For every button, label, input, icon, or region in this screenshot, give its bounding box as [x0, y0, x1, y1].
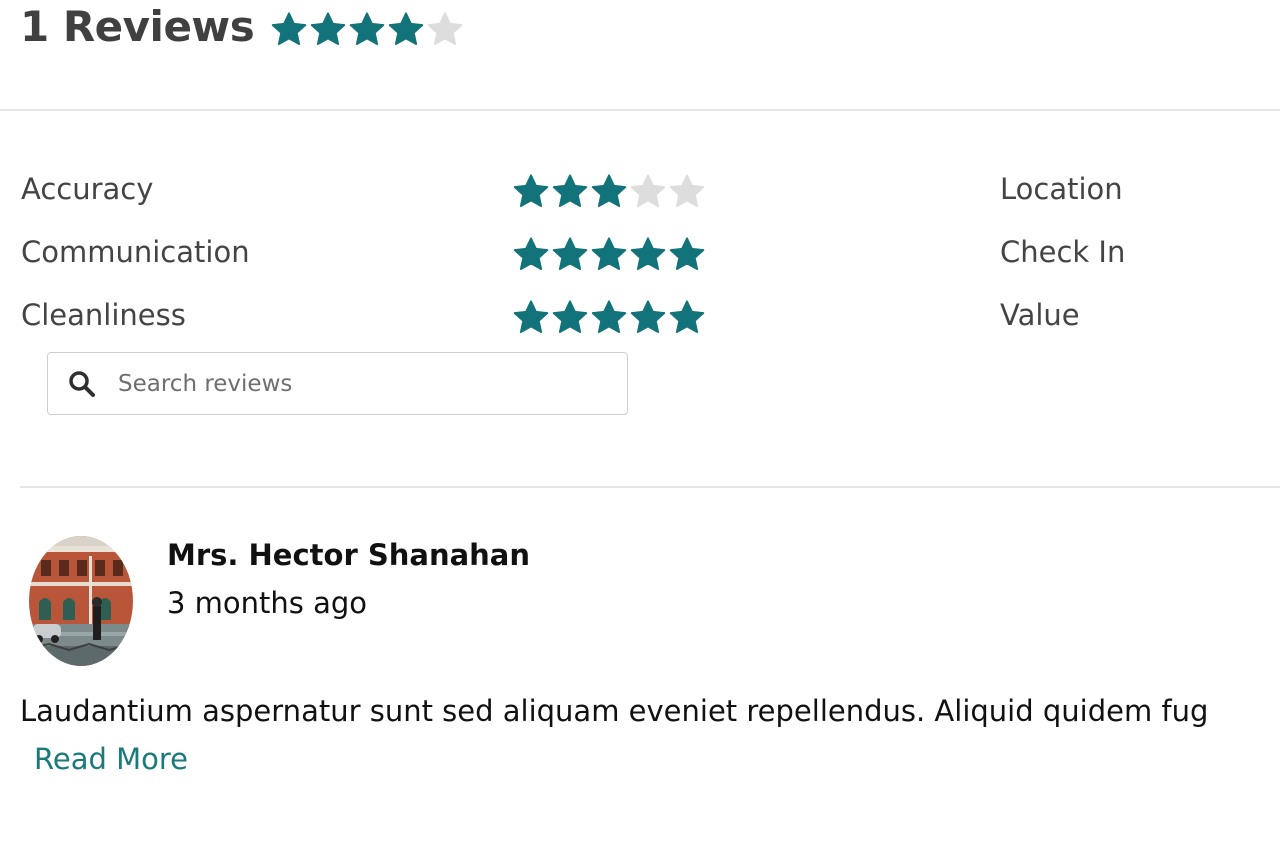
header-divider — [0, 109, 1280, 111]
avatar — [29, 536, 133, 666]
category-filled-star-icon — [551, 173, 589, 211]
search-divider — [20, 486, 1280, 488]
reviewer-name: Mrs. Hector Shanahan — [167, 538, 531, 572]
category-label-value: Value — [1000, 298, 1080, 332]
category-stars-communication — [512, 236, 706, 274]
reviews-header: 1 Reviews — [20, 0, 464, 56]
review-text: Laudantium aspernatur sunt sed aliquam e… — [20, 694, 1209, 728]
search-box[interactable] — [47, 352, 628, 415]
category-label-location: Location — [1000, 172, 1123, 206]
search-input[interactable] — [116, 369, 600, 398]
category-stars-cleanliness — [512, 299, 706, 337]
overall-filled-star-icon — [309, 11, 347, 49]
overall-filled-star-icon — [387, 11, 425, 49]
category-stars-accuracy — [512, 173, 706, 211]
category-empty-star-icon — [668, 173, 706, 211]
category-label-check-in: Check In — [1000, 235, 1126, 269]
overall-filled-star-icon — [270, 11, 308, 49]
category-filled-star-icon — [512, 173, 550, 211]
review-date: 3 months ago — [167, 586, 368, 620]
category-label-accuracy: Accuracy — [21, 172, 154, 206]
overall-empty-star-icon — [426, 11, 464, 49]
category-filled-star-icon — [629, 299, 667, 337]
category-filled-star-icon — [668, 236, 706, 274]
category-filled-star-icon — [512, 299, 550, 337]
read-more-link[interactable]: Read More — [34, 742, 188, 776]
category-filled-star-icon — [590, 173, 628, 211]
category-empty-star-icon — [629, 173, 667, 211]
search-icon — [69, 370, 95, 397]
category-label-cleanliness: Cleanliness — [21, 298, 186, 332]
category-filled-star-icon — [512, 236, 550, 274]
overall-filled-star-icon — [348, 11, 386, 49]
overall-rating-stars — [270, 11, 464, 49]
category-filled-star-icon — [551, 299, 589, 337]
category-filled-star-icon — [629, 236, 667, 274]
category-filled-star-icon — [590, 299, 628, 337]
reviews-section: 1 Reviews Accuracy Communication Cleanli… — [0, 0, 1280, 850]
reviews-title: 1 Reviews — [20, 1, 255, 51]
category-filled-star-icon — [590, 236, 628, 274]
category-filled-star-icon — [551, 236, 589, 274]
avatar-image — [29, 536, 133, 666]
category-filled-star-icon — [668, 299, 706, 337]
category-label-communication: Communication — [21, 235, 250, 269]
